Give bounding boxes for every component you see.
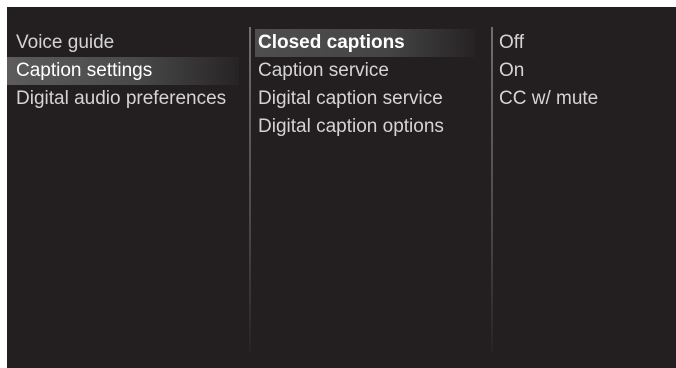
column-divider	[249, 27, 251, 352]
column-divider	[491, 27, 493, 352]
menu-level-2: Closed captions Caption service Digital …	[255, 29, 491, 141]
menu-level-1: Voice guide Caption settings Digital aud…	[7, 29, 247, 113]
menu-item-caption-service[interactable]: Caption service	[255, 57, 491, 85]
menu-item-digital-audio-preferences[interactable]: Digital audio preferences	[7, 85, 247, 113]
option-cc-with-mute[interactable]: CC w/ mute	[496, 85, 672, 113]
menu-item-digital-caption-service[interactable]: Digital caption service	[255, 85, 491, 113]
option-list: Off On CC w/ mute	[496, 29, 672, 113]
menu-item-digital-caption-options[interactable]: Digital caption options	[255, 113, 491, 141]
option-off[interactable]: Off	[496, 29, 672, 57]
menu-item-closed-captions[interactable]: Closed captions	[255, 29, 476, 57]
option-on[interactable]: On	[496, 57, 672, 85]
tv-menu-screen: Voice guide Caption settings Digital aud…	[7, 7, 676, 368]
menu-item-caption-settings[interactable]: Caption settings	[7, 57, 239, 85]
menu-item-voice-guide[interactable]: Voice guide	[7, 29, 247, 57]
